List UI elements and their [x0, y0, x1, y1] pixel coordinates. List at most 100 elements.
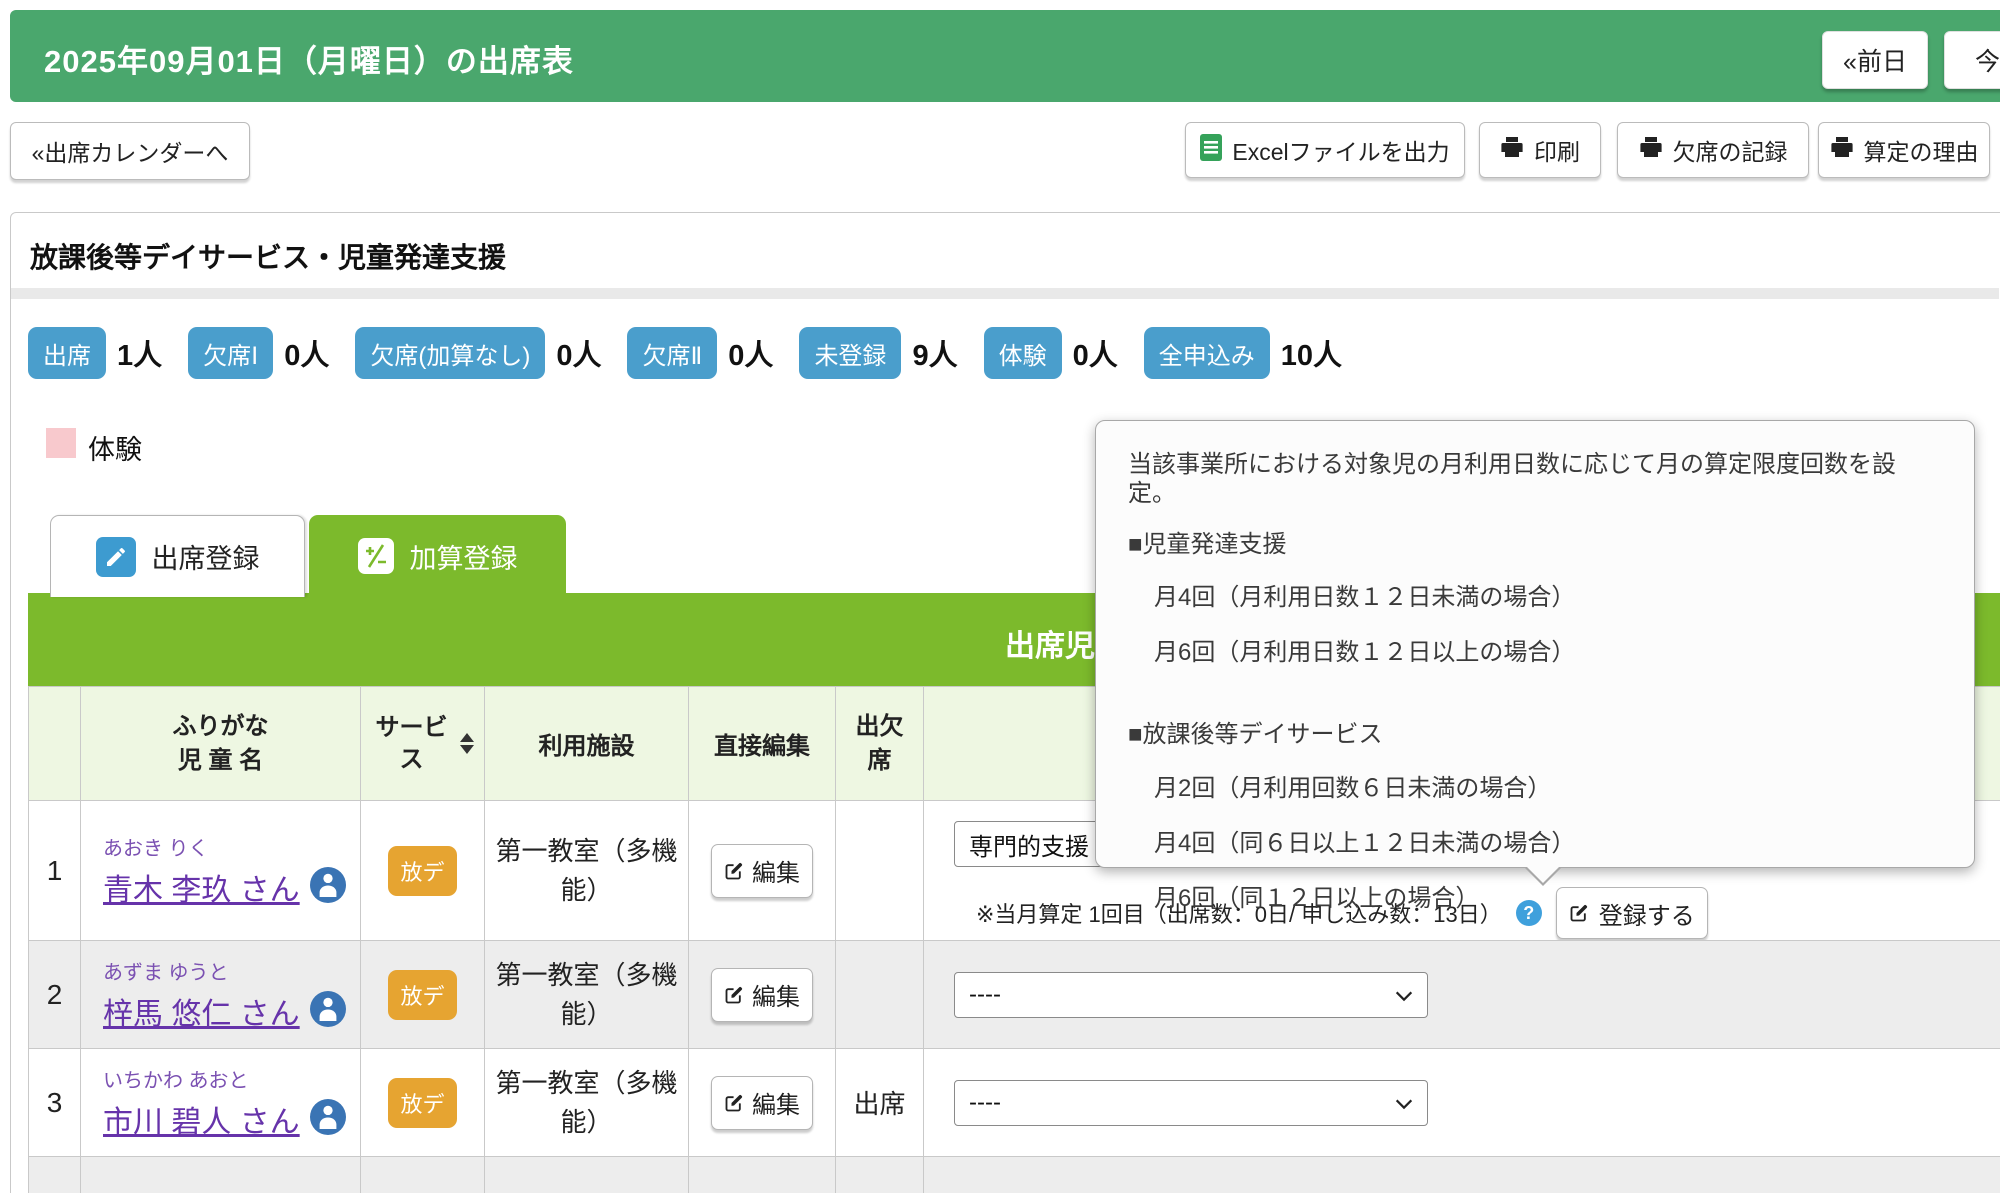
printer-icon	[1639, 135, 1663, 165]
print-label: 印刷	[1534, 133, 1580, 167]
service-badge: 放デ	[388, 1078, 456, 1128]
child-furigana: あおき りく	[103, 832, 360, 861]
tooltip-item: 月6回（月利用日数１２日以上の場合）	[1128, 632, 1942, 667]
absence-record-button[interactable]: 欠席の記録	[1617, 122, 1809, 178]
count-absent-2: 0人	[728, 332, 773, 374]
pencil-icon	[96, 537, 136, 577]
attendance-sheet-screen: 2025年09月01日（月曜日）の出席表 «前日 今日 «出席カレンダーへ Ex…	[0, 0, 2000, 1193]
child-name-cell	[81, 1157, 361, 1193]
prev-day-button[interactable]: «前日	[1822, 31, 1928, 89]
tooltip-intro: 当該事業所における対象児の月利用日数に応じて月の算定限度回数を設定。	[1128, 451, 1942, 509]
panel-divider	[11, 288, 1999, 299]
col-header-attendance: 出欠 席	[836, 687, 924, 801]
direct-edit-cell	[689, 1157, 836, 1193]
col-header-childname: 児 童 名	[81, 744, 360, 778]
badge-trial: 体験	[984, 327, 1062, 379]
calc-limit-tooltip: 当該事業所における対象児の月利用日数に応じて月の算定限度回数を設定。 ■児童発達…	[1095, 420, 1975, 868]
attendance-cell: 出席	[836, 1049, 924, 1157]
page-title: 2025年09月01日（月曜日）の出席表	[44, 36, 574, 81]
attendance-cell	[836, 941, 924, 1049]
trial-legend-label: 体験	[88, 428, 142, 467]
service-badge: 放デ	[388, 846, 456, 896]
count-present: 1人	[117, 332, 162, 374]
addon-cell: ----	[924, 941, 2000, 1049]
calc-reason-label: 算定の理由	[1864, 133, 1979, 167]
direct-edit-cell: 編集	[689, 801, 836, 941]
col-header-number	[29, 687, 81, 801]
badge-absent-no-addon: 欠席(加算なし)	[355, 327, 545, 379]
tab-attendance-registration[interactable]: 出席登録	[50, 515, 305, 597]
count-trial: 0人	[1073, 332, 1118, 374]
col-header-furigana: ふりがな	[81, 710, 360, 744]
edit-button-label: 編集	[752, 853, 800, 888]
edit-button[interactable]: 編集	[711, 844, 813, 898]
col-header-facility: 利用施設	[485, 687, 689, 801]
tooltip-section-heading: ■放課後等デイサービス	[1128, 721, 1942, 750]
tooltip-section-heading: ■児童発達支援	[1128, 531, 1942, 560]
edit-button-label: 編集	[752, 977, 800, 1012]
col-header-direct-edit: 直接編集	[689, 687, 836, 801]
person-icon	[310, 991, 346, 1032]
badge-all-applications: 全申込み	[1144, 327, 1270, 379]
table-row: 3 いちかわ あおと 市川 碧人 さん 放デ 第一教室（多機能） 編集	[29, 1049, 2000, 1157]
excel-export-button[interactable]: Excelファイルを出力	[1185, 122, 1465, 178]
child-furigana: いちかわ あおと	[103, 1064, 360, 1093]
excel-file-icon	[1200, 134, 1222, 167]
child-name-link[interactable]: 青木 李玖 さん	[103, 865, 300, 909]
badge-present: 出席	[28, 327, 106, 379]
edit-button[interactable]: 編集	[711, 1076, 813, 1130]
child-name-link[interactable]: 市川 碧人 さん	[103, 1097, 300, 1141]
service-cell	[361, 1157, 485, 1193]
child-name-cell: あずま ゆうと 梓馬 悠仁 さん	[81, 941, 361, 1049]
plus-minus-icon	[358, 538, 394, 574]
facility-cell: 第一教室（多機能）	[485, 941, 689, 1049]
table-title: 出席児	[1005, 621, 1095, 665]
count-unregistered: 9人	[912, 332, 957, 374]
tab-attendance-label: 出席登録	[152, 537, 260, 576]
attendance-calendar-button[interactable]: «出席カレンダーへ	[10, 122, 250, 180]
trial-legend-swatch	[46, 428, 76, 458]
facility-cell: 第一教室（多機能）	[485, 801, 689, 941]
child-furigana: あずま ゆうと	[103, 956, 360, 985]
row-number: 3	[29, 1049, 81, 1157]
child-name-cell: あおき りく 青木 李玖 さん	[81, 801, 361, 941]
col-header-service-label: サービス	[372, 712, 452, 774]
service-cell: 放デ	[361, 941, 485, 1049]
addon-select-value: 専門的支援	[969, 827, 1089, 862]
count-all-applications: 10人	[1281, 332, 1342, 374]
service-cell: 放デ	[361, 801, 485, 941]
badge-unregistered: 未登録	[799, 327, 901, 379]
addon-select[interactable]: ----	[954, 1080, 1428, 1126]
tooltip-item: 月4回（同６日以上１２日未満の場合）	[1128, 823, 1942, 858]
today-label: 今日	[1975, 42, 2000, 78]
col-header-name: ふりがな 児 童 名	[81, 687, 361, 801]
chevron-down-icon	[1393, 985, 1415, 1014]
calc-reason-button[interactable]: 算定の理由	[1818, 122, 1990, 178]
row-number: 1	[29, 801, 81, 941]
person-icon	[310, 1099, 346, 1140]
facility-cell: 第一教室（多機能）	[485, 1049, 689, 1157]
col-header-service[interactable]: サービス	[361, 687, 485, 801]
service-panel-title: 放課後等デイサービス・児童発達支援	[30, 236, 506, 276]
addon-cell: ----	[924, 1049, 2000, 1157]
addon-select[interactable]: ----	[954, 972, 1428, 1018]
facility-cell	[485, 1157, 689, 1193]
today-button[interactable]: 今日	[1944, 31, 2000, 89]
edit-button-label: 編集	[752, 1085, 800, 1120]
summary-badge-row: 出席 1人 欠席Ⅰ 0人 欠席(加算なし) 0人 欠席Ⅱ 0人 未登録 9人 体…	[28, 327, 1368, 379]
tab-addon-label: 加算登録	[410, 537, 518, 576]
direct-edit-cell: 編集	[689, 941, 836, 1049]
absence-record-label: 欠席の記録	[1673, 133, 1788, 167]
tooltip-item: 月2回（月利用回数６日未満の場合）	[1128, 768, 1942, 803]
child-name-link[interactable]: 梓馬 悠仁 さん	[103, 989, 300, 1033]
table-row: 2 あずま ゆうと 梓馬 悠仁 さん 放デ 第一教室（多機能） 編集	[29, 941, 2000, 1049]
tooltip-arrow	[1526, 866, 1560, 883]
tab-addon-registration[interactable]: 加算登録	[309, 515, 566, 597]
title-bar: 2025年09月01日（月曜日）の出席表	[10, 10, 2000, 102]
count-absent-no-addon: 0人	[556, 332, 601, 374]
sort-icon[interactable]	[460, 733, 474, 754]
print-button[interactable]: 印刷	[1479, 122, 1601, 178]
printer-icon	[1830, 135, 1854, 165]
edit-button[interactable]: 編集	[711, 968, 813, 1022]
addon-select-value: ----	[969, 981, 1001, 1009]
